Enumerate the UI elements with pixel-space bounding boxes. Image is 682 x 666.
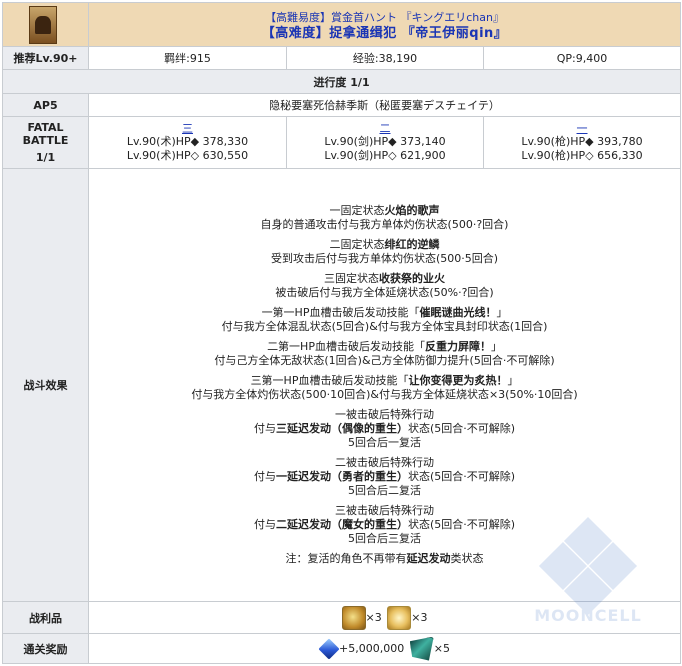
battle-effects: 一固定状态火焰的歌声 自身的普通攻击付与我方单体灼伤状态(500·?回合) 二固… bbox=[87, 168, 682, 602]
revive-title: 一被击破后特殊行动 bbox=[335, 408, 435, 421]
revive-block: 一被击破后特殊行动 付与三延迟发动（偶像的重生）状态(5回合·不可解除) 5回合… bbox=[89, 408, 680, 450]
drop-item[interactable]: ×3 bbox=[387, 605, 428, 630]
wanted-poster-icon bbox=[29, 5, 57, 44]
effect-title: 二固定状态 bbox=[329, 238, 385, 251]
revive-name: 二延迟发动（魔女的重生） bbox=[275, 518, 408, 531]
drop-count: ×3 bbox=[411, 610, 428, 624]
effect-title: 二第一HP血槽击破后发动技能「 bbox=[267, 340, 425, 353]
battle-effects-label: 战斗效果 bbox=[2, 168, 89, 602]
enemy-cell: 三 Lv.90(术)HP◆ 378,330 Lv.90(术)HP◇ 630,55… bbox=[88, 116, 287, 169]
effect-name: 火焰的歌声 bbox=[384, 204, 440, 217]
effect-desc: 被击破后付与我方全体延烧状态(50%·?回合) bbox=[275, 286, 494, 299]
quest-title: 【高難易度】賞金首ハント 『キングエリchan』 【高难度】捉拿通缉犯 『帝王伊… bbox=[87, 2, 682, 47]
reward-count: ×5 bbox=[433, 641, 450, 655]
effect-title-end: 」 bbox=[496, 306, 508, 319]
effect-block: 一第一HP血槽击破后发动技能「催眠谜曲光线！」 付与我方全体混乱状态(5回合)&… bbox=[89, 306, 680, 334]
revive-title: 二被击破后特殊行动 bbox=[335, 456, 435, 469]
golden-egg-icon[interactable] bbox=[341, 605, 366, 630]
revive-pre: 付与 bbox=[253, 422, 276, 435]
revive-name: 一延迟发动（勇者的重生） bbox=[275, 470, 408, 483]
quest-table: 【高難易度】賞金首ハント 『キングエリchan』 【高难度】捉拿通缉犯 『帝王伊… bbox=[1, 2, 682, 664]
revive-note: 注：复活的角色不再带有延迟发动类状态 bbox=[89, 552, 680, 566]
enemy-hp-2: Lv.90(剑)HP◇ 621,900 bbox=[324, 149, 446, 162]
note-bold: 延迟发动 bbox=[406, 552, 451, 565]
revive-post: 状态(5回合·不可解除) bbox=[407, 518, 516, 531]
drops-list: ×3 ×3 bbox=[87, 601, 682, 634]
fatal-battle-count: 1/1 bbox=[35, 151, 56, 164]
drop-count: ×3 bbox=[365, 610, 382, 624]
effect-title-end: 」 bbox=[490, 340, 502, 353]
enemy-cell: 二 Lv.90(剑)HP◆ 373,140 Lv.90(剑)HP◇ 621,90… bbox=[286, 116, 484, 169]
reward-item[interactable]: ×5 bbox=[409, 636, 450, 661]
revive-title: 三被击破后特殊行动 bbox=[335, 504, 435, 517]
note-post: 类状态 bbox=[450, 552, 484, 565]
effect-desc: 自身的普通攻击付与我方单体灼伤状态(500·?回合) bbox=[260, 218, 509, 231]
effect-block: 三固定状态收获祭的业火 被击破后付与我方全体延烧状态(50%·?回合) bbox=[89, 272, 680, 300]
exp-value: 经验:38,190 bbox=[286, 46, 484, 70]
effect-title: 三第一HP血槽击破后发动技能「 bbox=[250, 374, 409, 387]
effect-name: 反重力屏障！ bbox=[424, 340, 491, 353]
revive-post: 状态(5回合·不可解除) bbox=[407, 470, 516, 483]
effect-name: 收获祭的业火 bbox=[379, 272, 446, 285]
revive-post: 状态(5回合·不可解除) bbox=[407, 422, 516, 435]
revive-block: 三被击破后特殊行动 付与二延迟发动（魔女的重生）状态(5回合·不可解除) 5回合… bbox=[89, 504, 680, 546]
enemy-hp-2: Lv.90(枪)HP◇ 656,330 bbox=[521, 149, 643, 162]
enemy-name[interactable]: 一 bbox=[484, 122, 680, 135]
fatal-battle-title: FATAL BATTLE bbox=[22, 121, 69, 147]
enemy-hp-1: Lv.90(枪)HP◆ 393,780 bbox=[521, 135, 643, 148]
recommend-level-label: 推荐Lv.90+ bbox=[2, 46, 89, 70]
location-name: 隐秘要塞死佮赫季斯（秘匿要塞デスチェイテ） bbox=[87, 93, 682, 117]
note-pre: 注：复活的角色不再带有 bbox=[285, 552, 407, 565]
revive-pre: 付与 bbox=[253, 518, 276, 531]
effect-desc: 受到攻击后付与我方单体灼伤状态(500·5回合) bbox=[270, 252, 499, 265]
effect-block: 二固定状态绯红的逆鳞 受到攻击后付与我方单体灼伤状态(500·5回合) bbox=[89, 238, 680, 266]
effect-name: 绯红的逆鳞 bbox=[384, 238, 440, 251]
effect-block: 三第一HP血槽击破后发动技能「让你变得更为炙热！」 付与我方全体灼伤状态(500… bbox=[89, 374, 680, 402]
reward-list: +5,000,000 ×5 bbox=[87, 633, 682, 664]
effect-title: 三固定状态 bbox=[324, 272, 380, 285]
effect-name: 催眠谜曲光线！ bbox=[419, 306, 497, 319]
progress-header: 进行度 1/1 bbox=[1, 69, 682, 94]
clear-reward-label: 通关奖励 bbox=[2, 633, 89, 664]
enemy-hp-2: Lv.90(术)HP◇ 630,550 bbox=[126, 149, 249, 162]
effect-title: 一固定状态 bbox=[329, 204, 385, 217]
enemy-cell: 一 Lv.90(枪)HP◆ 393,780 Lv.90(枪)HP◇ 656,33… bbox=[482, 116, 682, 169]
fatal-battle-label: FATAL BATTLE 1/1 bbox=[2, 116, 89, 169]
effect-block: 二第一HP血槽击破后发动技能「反重力屏障！」 付与己方全体无敌状态(1回合)&己… bbox=[89, 340, 680, 368]
effect-desc: 付与我方全体灼伤状态(500·10回合)&付与我方全体延烧状态×3(50%·10… bbox=[191, 388, 578, 401]
enemy-name[interactable]: 三 bbox=[89, 122, 286, 135]
quest-title-cn: 【高难度】捉拿通缉犯 『帝王伊丽qin』 bbox=[261, 26, 508, 41]
qp-value: QP:9,400 bbox=[482, 46, 682, 70]
drop-item[interactable]: ×3 bbox=[341, 605, 382, 630]
qp-crystal-icon[interactable] bbox=[318, 637, 340, 660]
revive-time: 5回合后三复活 bbox=[348, 532, 422, 545]
effect-title-end: 」 bbox=[507, 374, 519, 387]
quest-title-jp: 【高難易度】賞金首ハント 『キングエリchan』 bbox=[265, 11, 504, 24]
reward-count: +5,000,000 bbox=[339, 641, 405, 655]
effect-title: 一第一HP血槽击破后发动技能「 bbox=[261, 306, 420, 319]
revive-block: 二被击破后特殊行动 付与一延迟发动（勇者的重生）状态(5回合·不可解除) 5回合… bbox=[89, 456, 680, 498]
revive-name: 三延迟发动（偶像的重生） bbox=[275, 422, 408, 435]
effect-block: 一固定状态火焰的歌声 自身的普通攻击付与我方单体灼伤状态(500·?回合) bbox=[89, 204, 680, 232]
revive-time: 5回合后一复活 bbox=[348, 436, 422, 449]
ap-label: AP5 bbox=[2, 93, 89, 117]
golden-leaf-icon[interactable] bbox=[387, 605, 412, 630]
enemy-hp-1: Lv.90(剑)HP◆ 373,140 bbox=[324, 135, 446, 148]
quest-poster-cell bbox=[2, 2, 89, 47]
effect-desc: 付与我方全体混乱状态(5回合)&付与我方全体宝具封印状态(1回合) bbox=[221, 320, 548, 333]
effect-desc: 付与己方全体无敌状态(1回合)&己方全体防御力提升(5回合·不可解除) bbox=[214, 354, 555, 367]
enemy-hp-1: Lv.90(术)HP◆ 378,330 bbox=[126, 135, 249, 148]
ex-material-icon[interactable] bbox=[409, 636, 434, 661]
revive-time: 5回合后二复活 bbox=[348, 484, 422, 497]
enemy-name[interactable]: 二 bbox=[287, 122, 483, 135]
effect-name: 让你变得更为炙热！ bbox=[408, 374, 508, 387]
revive-pre: 付与 bbox=[253, 470, 276, 483]
bond-value: 羁绊:915 bbox=[88, 46, 287, 70]
reward-item[interactable]: +5,000,000 bbox=[318, 637, 405, 660]
drops-label: 战利品 bbox=[2, 601, 89, 634]
